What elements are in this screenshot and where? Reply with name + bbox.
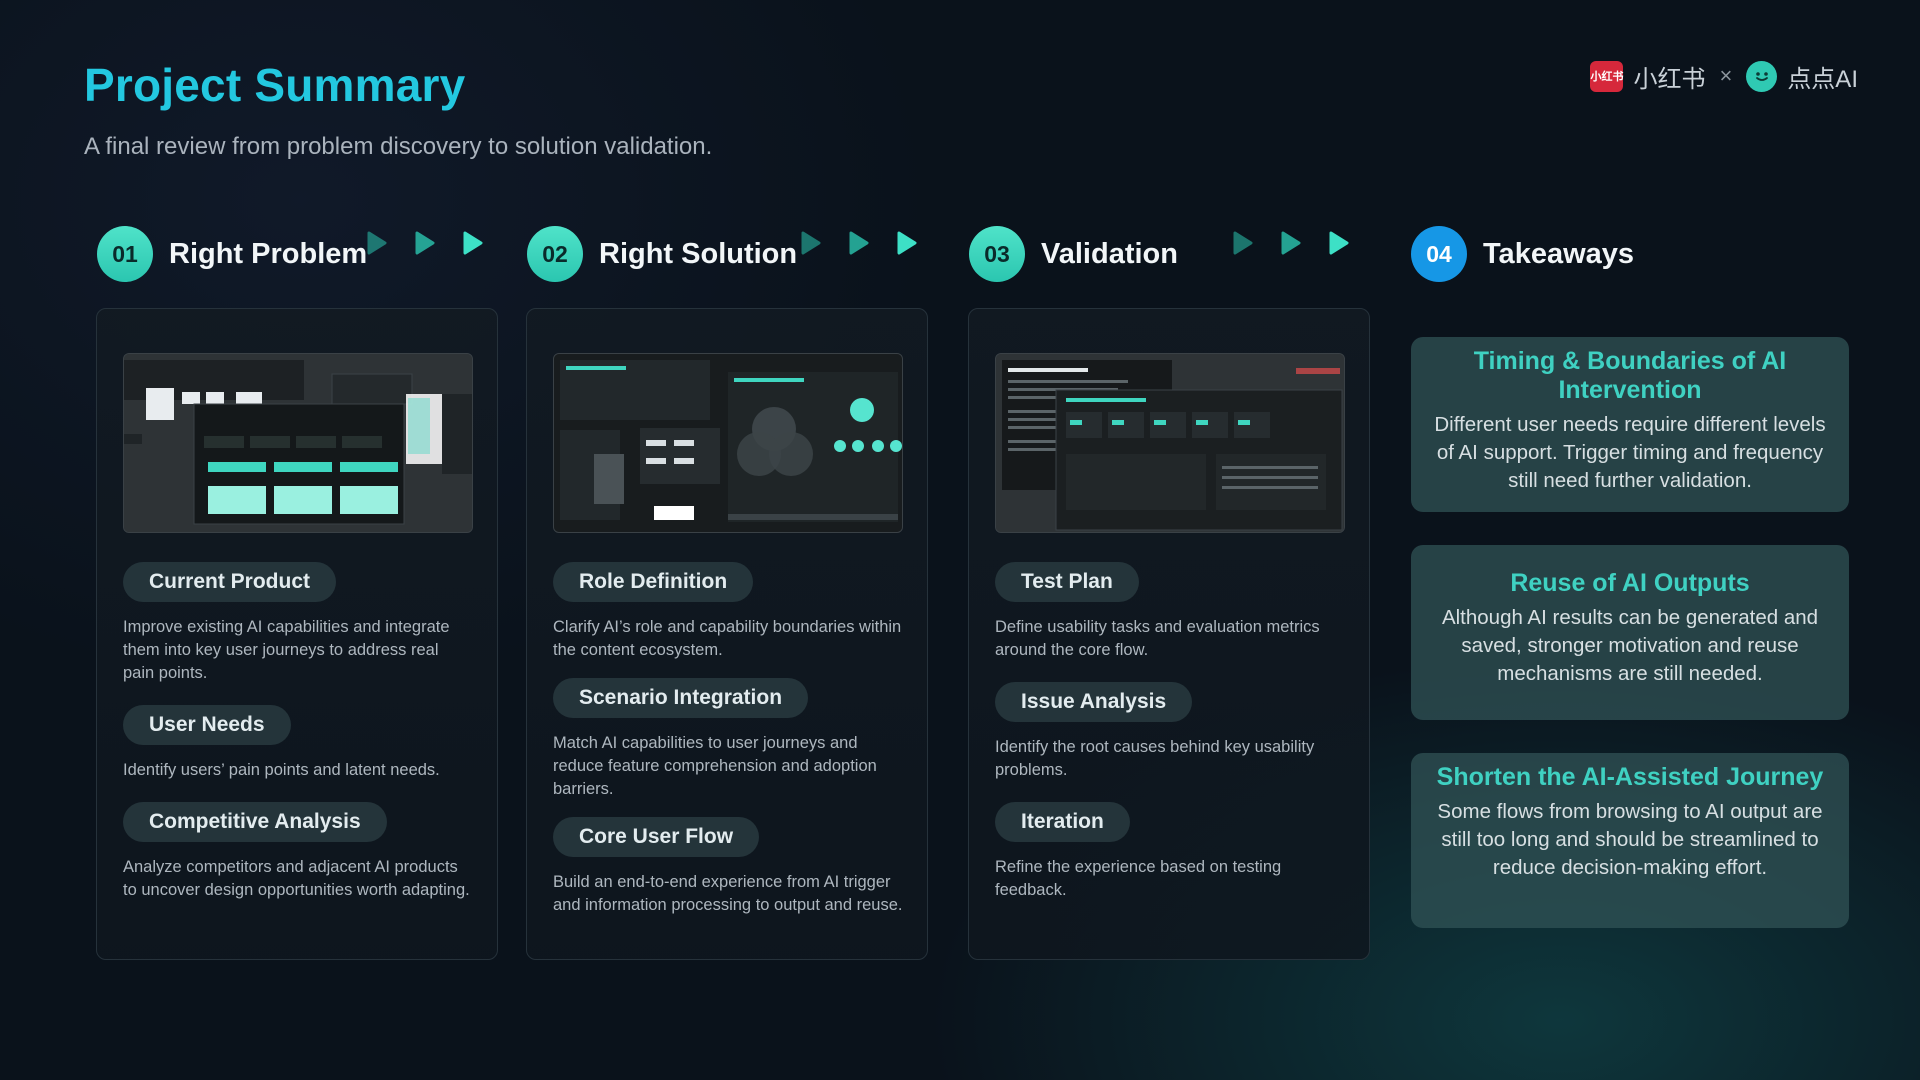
tag-test-plan: Test Plan bbox=[995, 562, 1139, 602]
takeaway-card: Reuse of AI Outputs Although AI results … bbox=[1411, 545, 1849, 720]
tag-issue-analysis: Issue Analysis bbox=[995, 682, 1193, 722]
xiaohongshu-brand-name: 小红书 bbox=[1633, 65, 1706, 93]
solution-screenshot-thumbnail bbox=[553, 353, 903, 533]
play-arrow-icon bbox=[801, 231, 821, 255]
tag-competitive-analysis: Competitive Analysis bbox=[123, 802, 387, 842]
tag-current-product: Current Product bbox=[123, 562, 337, 602]
play-arrow-icon bbox=[415, 231, 435, 255]
step-label: Validation bbox=[1041, 237, 1178, 270]
description-issue-analysis: Identify the root causes behind key usab… bbox=[995, 738, 1315, 779]
tag-core-user-flow: Core User Flow bbox=[553, 817, 760, 857]
description-competitive-analysis: Analyze competitors and adjacent AI prod… bbox=[123, 858, 470, 899]
step-right-solution: 02 Right Solution bbox=[527, 225, 797, 283]
tag-iteration: Iteration bbox=[995, 802, 1130, 842]
takeaway-card: Timing & Boundaries of AI Intervention D… bbox=[1411, 337, 1849, 512]
play-arrow-icon bbox=[463, 231, 483, 255]
validation-screenshot-thumbnail bbox=[995, 353, 1345, 533]
takeaway-text: Although AI results can be generated and… bbox=[1441, 606, 1819, 685]
project-screenshot-thumbnail bbox=[123, 353, 473, 533]
play-arrow-icon bbox=[1329, 231, 1349, 255]
step-arrows bbox=[800, 230, 918, 256]
description-scenario-integration: Match AI capabilities to user journeys a… bbox=[553, 734, 877, 798]
play-arrow-icon bbox=[1281, 231, 1301, 255]
takeaway-card: Shorten the AI-Assisted Journey Some flo… bbox=[1411, 753, 1849, 928]
card-validation: Test Plan Define usability tasks and eva… bbox=[968, 308, 1370, 960]
description-core-user-flow: Build an end-to-end experience from AI t… bbox=[553, 873, 903, 914]
step-arrows bbox=[366, 230, 484, 256]
step-validation: 03 Validation bbox=[969, 225, 1178, 283]
tag-scenario-integration: Scenario Integration bbox=[553, 678, 809, 718]
step-number: 01 bbox=[97, 226, 153, 282]
diandian-ai-logo-icon bbox=[1746, 60, 1778, 92]
play-arrow-icon bbox=[1233, 231, 1253, 255]
brand-separator: × bbox=[1719, 63, 1733, 88]
step-number: 03 bbox=[969, 226, 1025, 282]
step-number: 02 bbox=[527, 226, 583, 282]
takeaway-text: Different user needs require different l… bbox=[1434, 413, 1826, 492]
takeaway-title: Reuse of AI Outputs bbox=[1510, 569, 1750, 597]
step-label: Takeaways bbox=[1483, 237, 1635, 270]
brand-lockup: 小红书 小红书 × 点点AI bbox=[1590, 60, 1858, 93]
step-number: 04 bbox=[1411, 226, 1467, 282]
description-user-needs: Identify users’ pain points and latent n… bbox=[123, 761, 440, 779]
takeaway-title: Timing & Boundaries of AI Intervention bbox=[1473, 347, 1787, 404]
description-role-definition: Clarify AI’s role and capability boundar… bbox=[553, 618, 902, 659]
step-takeaways: 04 Takeaways bbox=[1411, 225, 1634, 283]
tag-role-definition: Role Definition bbox=[553, 562, 754, 602]
description-current-product: Improve existing AI capabilities and int… bbox=[123, 618, 450, 682]
xiaohongshu-logo-icon: 小红书 bbox=[1590, 60, 1624, 92]
play-arrow-icon bbox=[849, 231, 869, 255]
page-title: Project Summary bbox=[84, 59, 466, 111]
page-subtitle: A final review from problem discovery to… bbox=[84, 133, 713, 160]
description-test-plan: Define usability tasks and evaluation me… bbox=[995, 618, 1320, 659]
card-right-problem: Current Product Improve existing AI capa… bbox=[96, 308, 498, 960]
description-iteration: Refine the experience based on testing f… bbox=[995, 858, 1282, 899]
step-label: Right Problem bbox=[169, 237, 368, 270]
card-right-solution: Role Definition Clarify AI’s role and ca… bbox=[526, 308, 928, 960]
step-right-problem: 01 Right Problem bbox=[97, 225, 367, 283]
play-arrow-icon bbox=[897, 231, 917, 255]
step-arrows bbox=[1232, 230, 1350, 256]
play-arrow-icon bbox=[367, 231, 387, 255]
takeaway-text: Some flows from browsing to AI output ar… bbox=[1437, 800, 1823, 879]
tag-user-needs: User Needs bbox=[123, 705, 291, 745]
diandian-ai-brand-name: 点点AI bbox=[1787, 65, 1858, 93]
takeaway-title: Shorten the AI-Assisted Journey bbox=[1436, 763, 1824, 791]
step-label: Right Solution bbox=[599, 237, 798, 270]
